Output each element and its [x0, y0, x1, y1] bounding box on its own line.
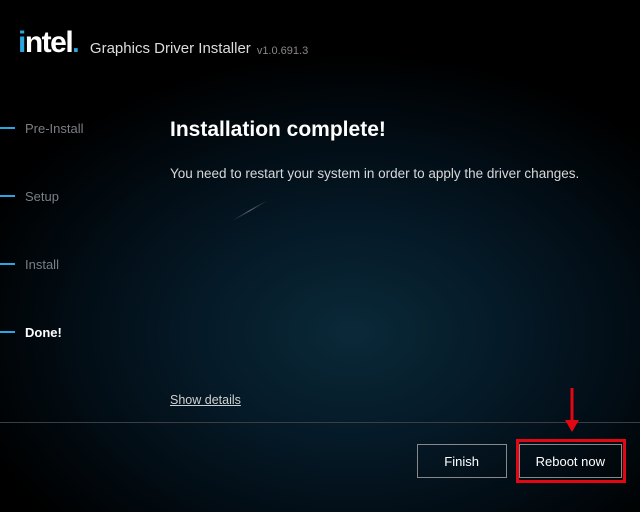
sidebar: Pre-Install Setup Install Done!	[0, 118, 150, 390]
annotation-arrow-icon	[563, 386, 581, 434]
step-label: Pre-Install	[25, 121, 84, 136]
page-title: Installation complete!	[170, 118, 610, 142]
step-setup: Setup	[0, 186, 150, 206]
app-version: v1.0.691.3	[257, 45, 308, 60]
header: intel. Graphics Driver Installer v1.0.69…	[0, 0, 640, 60]
page-description: You need to restart your system in order…	[170, 164, 580, 184]
step-tick-icon	[0, 263, 15, 265]
step-tick-icon	[0, 331, 15, 333]
divider	[0, 422, 640, 423]
intel-logo: intel.	[18, 28, 78, 60]
step-label: Install	[25, 257, 59, 272]
step-done: Done!	[0, 322, 150, 342]
step-install: Install	[0, 254, 150, 274]
main-content: Installation complete! You need to resta…	[150, 118, 640, 390]
step-label: Done!	[25, 325, 62, 340]
button-bar: Finish Reboot now	[417, 444, 622, 478]
show-details-link[interactable]: Show details	[170, 393, 241, 407]
step-label: Setup	[25, 189, 59, 204]
app-title: Graphics Driver Installer	[90, 40, 251, 60]
step-tick-icon	[0, 127, 15, 129]
finish-button[interactable]: Finish	[417, 444, 507, 478]
step-tick-icon	[0, 195, 15, 197]
reboot-now-button[interactable]: Reboot now	[519, 444, 622, 478]
step-pre-install: Pre-Install	[0, 118, 150, 138]
